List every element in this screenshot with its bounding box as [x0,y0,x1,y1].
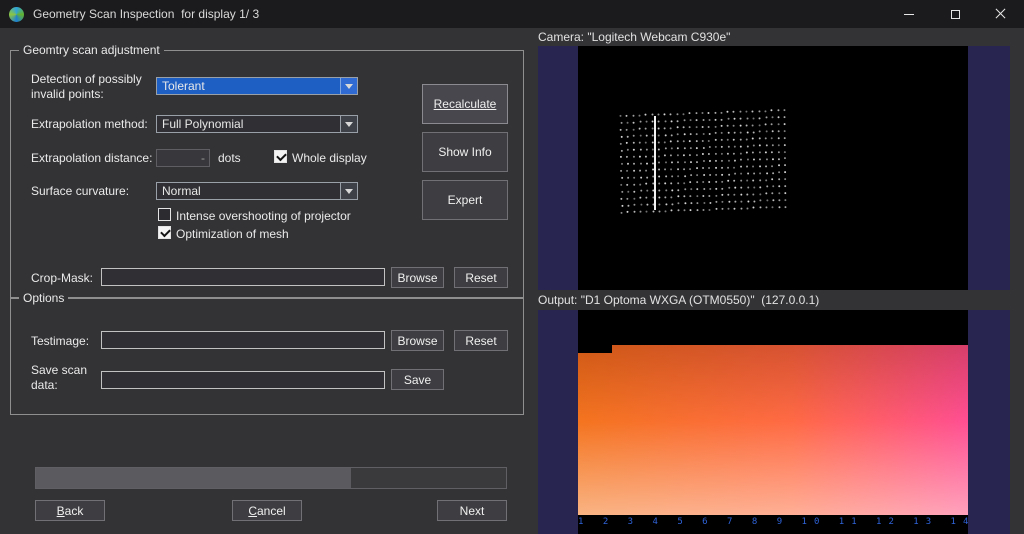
titlebar: Geometry Scan Inspection for display 1/ … [0,0,1024,28]
testimage-input[interactable] [101,331,385,349]
app-icon [9,7,24,22]
minimize-button[interactable] [886,0,932,28]
whole-display-checkbox[interactable] [274,150,287,163]
testimage-browse-button[interactable]: Browse [391,330,444,351]
next-button[interactable]: Next [437,500,507,521]
extrapolation-distance-input[interactable] [156,149,210,167]
testimage-label: Testimage: [31,334,89,349]
maximize-button[interactable] [932,0,978,28]
recalculate-button[interactable]: Recalculate [422,84,508,124]
extrapolation-method-select[interactable]: Full Polynomial [156,115,358,133]
chevron-down-icon[interactable] [340,78,357,94]
chevron-down-icon [345,84,353,89]
camera-dot-grid [619,109,790,217]
show-info-button[interactable]: Show Info [422,132,508,172]
whole-display-label: Whole display [292,151,367,166]
chevron-down-icon[interactable] [340,116,357,132]
detection-selected-value: Tolerant [157,79,340,93]
optimization-mesh-label: Optimization of mesh [176,227,289,242]
group-title: Geomtry scan adjustment [19,43,164,57]
chevron-down-icon [345,122,353,127]
cancel-button[interactable]: Cancel [232,500,302,521]
camera-right-border [968,46,1010,290]
output-gradient-pattern [578,345,968,515]
detection-invalid-points-select[interactable]: Tolerant [156,77,358,95]
output-right-border [968,310,1010,534]
camera-label: Camera: "Logitech Webcam C930e" [538,30,730,44]
output-number-strip: 1 2 3 4 5 6 7 8 9 10 11 12 13 14 15 16 1… [578,517,968,530]
geometry-scan-adjustment-group: Geomtry scan adjustment Detection of pos… [10,50,524,298]
camera-preview [538,46,1010,290]
save-scan-data-input[interactable] [101,371,385,389]
crop-reset-button[interactable]: Reset [454,267,508,288]
options-group: Options Testimage: Browse Reset Save sca… [10,298,524,415]
window-controls [886,0,1024,28]
extrapolation-method-value: Full Polynomial [157,117,340,131]
detection-label: Detection of possibly invalid points: [31,72,142,102]
progress-fill [36,468,351,488]
extrapolation-method-label: Extrapolation method: [31,117,148,132]
optimization-mesh-checkbox[interactable] [158,226,171,239]
crop-mask-label: Crop-Mask: [31,271,93,286]
output-label: Output: "D1 Optoma WXGA (OTM0550)" (127.… [538,293,819,307]
geometry-scan-inspection-window: Geometry Scan Inspection for display 1/ … [0,0,1024,534]
save-button[interactable]: Save [391,369,444,390]
surface-curvature-select[interactable]: Normal [156,182,358,200]
maximize-icon [951,10,960,19]
surface-curvature-value: Normal [157,184,340,198]
crop-mask-input[interactable] [101,268,385,286]
save-scan-data-label: Save scan data: [31,363,87,393]
intense-overshooting-label: Intense overshooting of projector [176,209,351,224]
minimize-icon [904,14,914,15]
group-title: Options [19,291,68,305]
chevron-down-icon [345,189,353,194]
output-left-border [538,310,578,534]
dots-suffix-label: dots [218,151,241,166]
testimage-reset-button[interactable]: Reset [454,330,508,351]
back-button[interactable]: Back [35,500,105,521]
close-button[interactable] [978,0,1024,28]
chevron-down-icon[interactable] [340,183,357,199]
surface-curvature-label: Surface curvature: [31,184,129,199]
expert-button[interactable]: Expert [422,180,508,220]
output-gradient-notch [578,345,612,353]
camera-scan-line [654,116,656,210]
progress-bar [35,467,507,489]
window-title: Geometry Scan Inspection for display 1/ … [33,7,259,21]
extrapolation-distance-label: Extrapolation distance: [31,151,152,166]
intense-overshooting-checkbox[interactable] [158,208,171,221]
camera-left-border [538,46,578,290]
output-preview: 1 2 3 4 5 6 7 8 9 10 11 12 13 14 15 16 1… [538,310,1010,534]
crop-browse-button[interactable]: Browse [391,267,444,288]
